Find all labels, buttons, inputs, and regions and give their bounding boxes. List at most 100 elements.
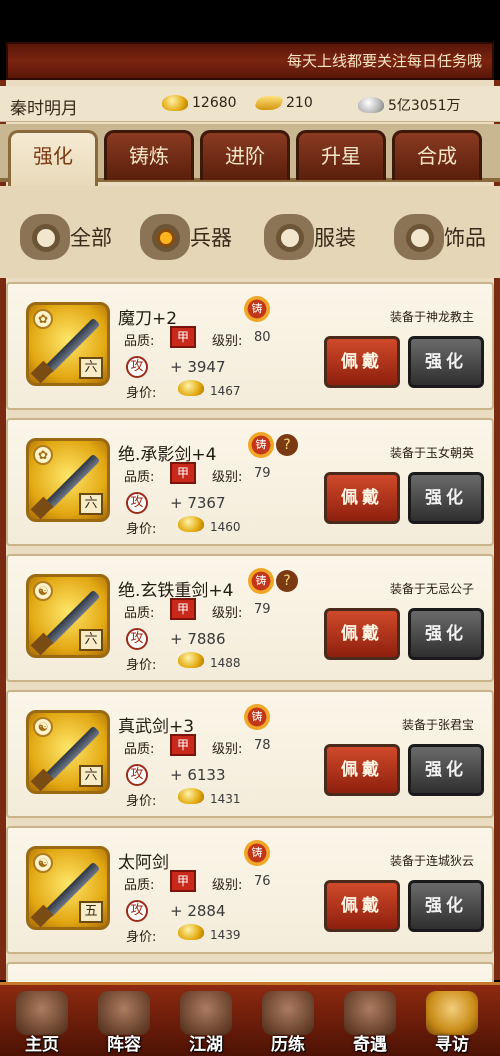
wear-button[interactable]: 佩戴 (324, 472, 400, 524)
gold-ingot-icon (178, 380, 204, 396)
weapon-icon[interactable]: ✿ 六 (26, 438, 110, 522)
level-label: 级别: (212, 742, 243, 757)
wear-button[interactable]: 佩戴 (324, 880, 400, 932)
bag-icon (16, 210, 76, 264)
price-label: 身价: (126, 386, 157, 401)
filter-accessory[interactable]: 饰品 (390, 210, 486, 264)
filter-weapon[interactable]: 兵器 (136, 210, 232, 264)
item-name: 绝.承影剑+4 (118, 445, 217, 465)
quality-badge: 甲 (170, 462, 196, 484)
attack-value: + 6133 (170, 766, 226, 784)
bottom-nav: 主页 阵容 江湖 历练 奇遇 寻访 (0, 982, 500, 1056)
tab-advance[interactable]: 进阶 (200, 130, 290, 180)
weapon-icon[interactable]: ☯ 五 (26, 846, 110, 930)
gold-bar-icon (253, 96, 285, 110)
enhance-button[interactable]: 强化 (408, 608, 484, 660)
resource-bar: 秦时明月 12680 210 5亿3051万 (0, 86, 500, 122)
level-value: 80 (254, 330, 271, 345)
silver-icon (358, 97, 384, 113)
price-label: 身价: (126, 522, 157, 537)
forge-icon: 铸 (248, 568, 274, 594)
enhance-button[interactable]: 强化 (408, 472, 484, 524)
level-label: 级别: (212, 334, 243, 349)
nav-home-label: 主页 (25, 1035, 59, 1055)
price-value: 1460 (210, 520, 241, 534)
equipment-card: ✿ 六 魔刀+2 铸 装备于神龙教主 品质: 甲 级别: 80 攻 + 3947… (6, 282, 494, 410)
tab-combine[interactable]: 合成 (392, 130, 482, 180)
element-badge-icon: ☯ (33, 717, 53, 737)
rank-badge: 六 (79, 493, 103, 515)
wear-button[interactable]: 佩戴 (324, 608, 400, 660)
hero-icon (98, 991, 150, 1035)
gold-ingot-icon (162, 95, 188, 111)
price-value: 1467 (210, 384, 241, 398)
gold-ingot-icon (178, 652, 204, 668)
nav-lineup[interactable]: 阵容 (84, 989, 164, 1055)
nav-adventure[interactable]: 奇遇 (330, 989, 410, 1055)
nav-adventure-label: 奇遇 (353, 1035, 387, 1055)
gold-ingot-icon (178, 516, 204, 532)
price-value: 1488 (210, 656, 241, 670)
level-value: 79 (254, 602, 271, 617)
attack-value: + 3947 (170, 358, 226, 376)
equipment-card-partial (6, 962, 494, 982)
level-value: 78 (254, 738, 271, 753)
item-name: 魔刀+2 (118, 309, 178, 329)
silver-value: 5亿3051万 (388, 98, 461, 114)
price-label: 身价: (126, 930, 157, 945)
nav-visit-label: 寻访 (435, 1035, 469, 1055)
weapon-icon[interactable]: ☯ 六 (26, 710, 110, 794)
equipped-by: 装备于张君宝 (401, 718, 474, 732)
price-label: 身价: (126, 794, 157, 809)
attack-icon: 攻 (126, 764, 148, 786)
attack-icon: 攻 (126, 900, 148, 922)
question-icon[interactable]: ? (276, 434, 298, 456)
tab-star-up[interactable]: 升星 (296, 130, 386, 180)
question-icon[interactable]: ? (276, 570, 298, 592)
sword-icon (136, 210, 196, 264)
equipment-card: ☯ 五 太阿剑 铸 装备于连城狄云 品质: 甲 级别: 76 攻 + 2884 … (6, 826, 494, 954)
nav-visit[interactable]: 寻访 (412, 989, 492, 1055)
level-label: 级别: (212, 470, 243, 485)
weapon-icon[interactable]: ✿ 六 (26, 302, 110, 386)
forge-icon: 铸 (244, 840, 270, 866)
wear-button[interactable]: 佩戴 (324, 336, 400, 388)
player-name: 秦时明月 (10, 99, 78, 119)
price-value: 1439 (210, 928, 241, 942)
mountain-icon (344, 991, 396, 1035)
quality-label: 品质: (124, 742, 155, 757)
tab-enhance[interactable]: 强化 (8, 130, 98, 186)
equipment-list[interactable]: ✿ 六 魔刀+2 铸 装备于神龙教主 品质: 甲 级别: 80 攻 + 3947… (6, 282, 494, 982)
element-badge-icon: ☯ (33, 581, 53, 601)
nav-jianghu-label: 江湖 (189, 1035, 223, 1055)
attack-icon: 攻 (126, 492, 148, 514)
gold-bar-counter: 210 (253, 95, 313, 111)
filter-armor-label: 服装 (314, 226, 356, 250)
enhance-button[interactable]: 强化 (408, 744, 484, 796)
nav-training[interactable]: 历练 (248, 989, 328, 1055)
filter-armor[interactable]: 服装 (260, 210, 356, 264)
rank-badge: 六 (79, 629, 103, 651)
nav-jianghu[interactable]: 江湖 (166, 989, 246, 1055)
equipped-by: 装备于神龙教主 (389, 310, 474, 324)
level-value: 76 (254, 874, 271, 889)
equipped-by: 装备于无忌公子 (389, 582, 474, 596)
forge-icon: 铸 (244, 296, 270, 322)
forge-icon: 铸 (248, 432, 274, 458)
item-name: 太阿剑 (118, 853, 169, 873)
enhance-button[interactable]: 强化 (408, 880, 484, 932)
nav-home[interactable]: 主页 (2, 989, 82, 1055)
status-bar-area (0, 0, 500, 42)
filter-all[interactable]: 全部 (16, 210, 112, 264)
level-label: 级别: (212, 606, 243, 621)
weapon-icon[interactable]: ☯ 六 (26, 574, 110, 658)
quality-label: 品质: (124, 878, 155, 893)
attack-icon: 攻 (126, 628, 148, 650)
tab-forge[interactable]: 铸炼 (104, 130, 194, 180)
enhance-button[interactable]: 强化 (408, 336, 484, 388)
gold-ingot-counter: 12680 (162, 95, 237, 111)
equipped-by: 装备于连城狄云 (389, 854, 474, 868)
quality-badge: 甲 (170, 598, 196, 620)
wear-button[interactable]: 佩戴 (324, 744, 400, 796)
quality-label: 品质: (124, 606, 155, 621)
